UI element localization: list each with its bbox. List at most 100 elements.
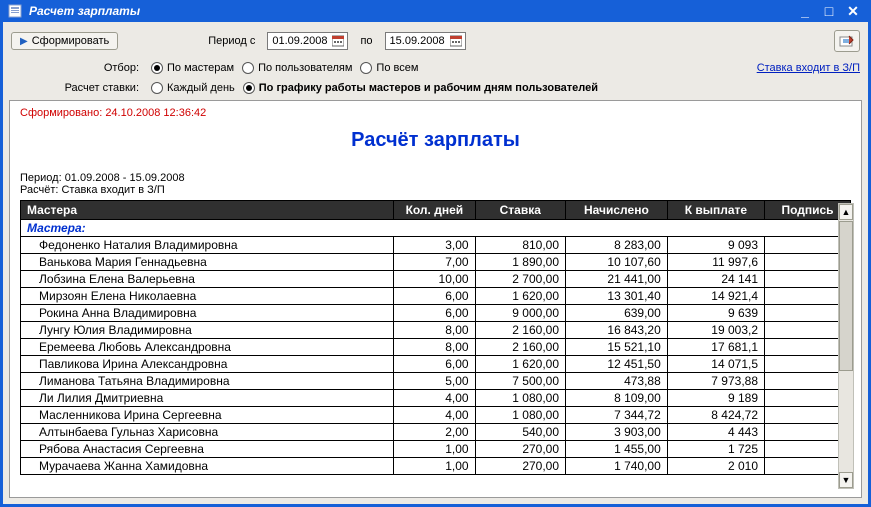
calendar-icon[interactable] bbox=[449, 34, 463, 48]
group-row: Мастера: bbox=[21, 220, 851, 237]
radio-label: По мастерам bbox=[167, 62, 234, 74]
cell-accrued: 1 740,00 bbox=[566, 458, 668, 475]
date-to-input[interactable]: 15.09.2008 bbox=[385, 32, 466, 50]
radio-every-day[interactable]: Каждый день bbox=[151, 82, 235, 94]
cell-name: Рябова Анастасия Сергеевна bbox=[21, 441, 394, 458]
cell-accrued: 7 344,72 bbox=[566, 407, 668, 424]
calendar-icon[interactable] bbox=[331, 34, 345, 48]
cell-rate: 2 160,00 bbox=[475, 322, 565, 339]
filter-label: Отбор: bbox=[11, 62, 143, 74]
col-payout: К выплате bbox=[667, 201, 764, 220]
cell-payout: 7 973,88 bbox=[667, 373, 764, 390]
cell-payout: 4 443 bbox=[667, 424, 764, 441]
radio-by-all[interactable]: По всем bbox=[360, 62, 418, 74]
titlebar: Расчет зарплаты _ □ ✕ bbox=[3, 0, 868, 22]
radio-by-masters[interactable]: По мастерам bbox=[151, 62, 234, 74]
cell-payout: 1 725 bbox=[667, 441, 764, 458]
cell-days: 3,00 bbox=[394, 237, 475, 254]
maximize-button[interactable]: □ bbox=[818, 2, 840, 20]
table-row[interactable]: Ли Лилия Дмитриевна4,001 080,008 109,009… bbox=[21, 390, 851, 407]
vertical-scrollbar[interactable]: ▲ ▼ bbox=[838, 203, 854, 489]
table-row[interactable]: Ванькова Мария Геннадьевна7,001 890,0010… bbox=[21, 254, 851, 271]
cell-payout: 8 424,72 bbox=[667, 407, 764, 424]
cell-accrued: 16 843,20 bbox=[566, 322, 668, 339]
to-label: по bbox=[360, 35, 372, 47]
date-from-value: 01.09.2008 bbox=[272, 35, 327, 47]
cell-name: Ли Лилия Дмитриевна bbox=[21, 390, 394, 407]
cell-days: 10,00 bbox=[394, 271, 475, 288]
col-name: Мастера bbox=[21, 201, 394, 220]
cell-accrued: 13 301,40 bbox=[566, 288, 668, 305]
cell-payout: 9 093 bbox=[667, 237, 764, 254]
cell-payout: 24 141 bbox=[667, 271, 764, 288]
cell-payout: 9 189 bbox=[667, 390, 764, 407]
cell-days: 8,00 bbox=[394, 322, 475, 339]
window-title: Расчет зарплаты bbox=[29, 4, 140, 18]
cell-payout: 17 681,1 bbox=[667, 339, 764, 356]
cell-name: Мирзоян Елена Николаевна bbox=[21, 288, 394, 305]
radio-label: По пользователям bbox=[258, 62, 352, 74]
table-row[interactable]: Павликова Ирина Александровна6,001 620,0… bbox=[21, 356, 851, 373]
table-row[interactable]: Рокина Анна Владимировна6,009 000,00639,… bbox=[21, 305, 851, 322]
cell-days: 4,00 bbox=[394, 390, 475, 407]
radio-by-users[interactable]: По пользователям bbox=[242, 62, 352, 74]
form-button[interactable]: ▶ Сформировать bbox=[11, 32, 118, 50]
cell-accrued: 10 107,60 bbox=[566, 254, 668, 271]
report-period: Период: 01.09.2008 - 15.09.2008 bbox=[20, 172, 851, 184]
table-row[interactable]: Лунгу Юлия Владимировна8,002 160,0016 84… bbox=[21, 322, 851, 339]
table-row[interactable]: Рябова Анастасия Сергеевна1,00270,001 45… bbox=[21, 441, 851, 458]
radio-by-schedule[interactable]: По графику работы мастеров и рабочим дня… bbox=[243, 82, 598, 94]
radio-label: По графику работы мастеров и рабочим дня… bbox=[259, 82, 598, 94]
cell-rate: 1 620,00 bbox=[475, 356, 565, 373]
rate-calc-label: Расчет ставки: bbox=[11, 82, 143, 94]
cell-name: Алтынбаева Гульназ Харисовна bbox=[21, 424, 394, 441]
cell-days: 2,00 bbox=[394, 424, 475, 441]
rate-link[interactable]: Ставка входит в З/П bbox=[757, 62, 860, 74]
minimize-button[interactable]: _ bbox=[794, 2, 816, 20]
scroll-track[interactable] bbox=[839, 221, 853, 471]
cell-days: 6,00 bbox=[394, 305, 475, 322]
cell-rate: 1 080,00 bbox=[475, 390, 565, 407]
table-header-row: Мастера Кол. дней Ставка Начислено К вып… bbox=[21, 201, 851, 220]
group-label: Мастера: bbox=[21, 220, 851, 237]
report-title: Расчёт зарплаты bbox=[20, 129, 851, 152]
cell-days: 6,00 bbox=[394, 356, 475, 373]
cell-days: 6,00 bbox=[394, 288, 475, 305]
cell-name: Павликова Ирина Александровна bbox=[21, 356, 394, 373]
table-row[interactable]: Мирзоян Елена Николаевна6,001 620,0013 3… bbox=[21, 288, 851, 305]
cell-name: Рокина Анна Владимировна bbox=[21, 305, 394, 322]
date-from-input[interactable]: 01.09.2008 bbox=[267, 32, 348, 50]
cell-name: Лобзина Елена Валерьевна bbox=[21, 271, 394, 288]
settings-button[interactable] bbox=[834, 30, 860, 52]
table-row[interactable]: Масленникова Ирина Сергеевна4,001 080,00… bbox=[21, 407, 851, 424]
cell-days: 4,00 bbox=[394, 407, 475, 424]
col-rate: Ставка bbox=[475, 201, 565, 220]
cell-name: Еремеева Любовь Александровна bbox=[21, 339, 394, 356]
table-row[interactable]: Алтынбаева Гульназ Харисовна2,00540,003 … bbox=[21, 424, 851, 441]
table-row[interactable]: Еремеева Любовь Александровна8,002 160,0… bbox=[21, 339, 851, 356]
radio-dot-icon bbox=[151, 62, 163, 74]
scroll-up-icon[interactable]: ▲ bbox=[839, 204, 853, 220]
cell-payout: 2 010 bbox=[667, 458, 764, 475]
table-row[interactable]: Мурачаева Жанна Хамидовна1,00270,001 740… bbox=[21, 458, 851, 475]
cell-days: 7,00 bbox=[394, 254, 475, 271]
scroll-down-icon[interactable]: ▼ bbox=[839, 472, 853, 488]
report-calc: Расчёт: Ставка входит в З/П bbox=[20, 184, 851, 196]
radio-dot-icon bbox=[360, 62, 372, 74]
cell-accrued: 21 441,00 bbox=[566, 271, 668, 288]
cell-accrued: 639,00 bbox=[566, 305, 668, 322]
close-button[interactable]: ✕ bbox=[842, 2, 864, 20]
cell-accrued: 8 283,00 bbox=[566, 237, 668, 254]
cell-rate: 270,00 bbox=[475, 458, 565, 475]
cell-rate: 1 890,00 bbox=[475, 254, 565, 271]
cell-payout: 14 071,5 bbox=[667, 356, 764, 373]
scroll-thumb[interactable] bbox=[839, 221, 853, 371]
table-row[interactable]: Лиманова Татьяна Владимировна5,007 500,0… bbox=[21, 373, 851, 390]
cell-rate: 270,00 bbox=[475, 441, 565, 458]
formed-timestamp: Сформировано: 24.10.2008 12:36:42 bbox=[20, 107, 851, 119]
radio-dot-icon bbox=[242, 62, 254, 74]
app-icon bbox=[7, 3, 23, 19]
table-row[interactable]: Федоненко Наталия Владимировна3,00810,00… bbox=[21, 237, 851, 254]
table-row[interactable]: Лобзина Елена Валерьевна10,002 700,0021 … bbox=[21, 271, 851, 288]
cell-accrued: 15 521,10 bbox=[566, 339, 668, 356]
